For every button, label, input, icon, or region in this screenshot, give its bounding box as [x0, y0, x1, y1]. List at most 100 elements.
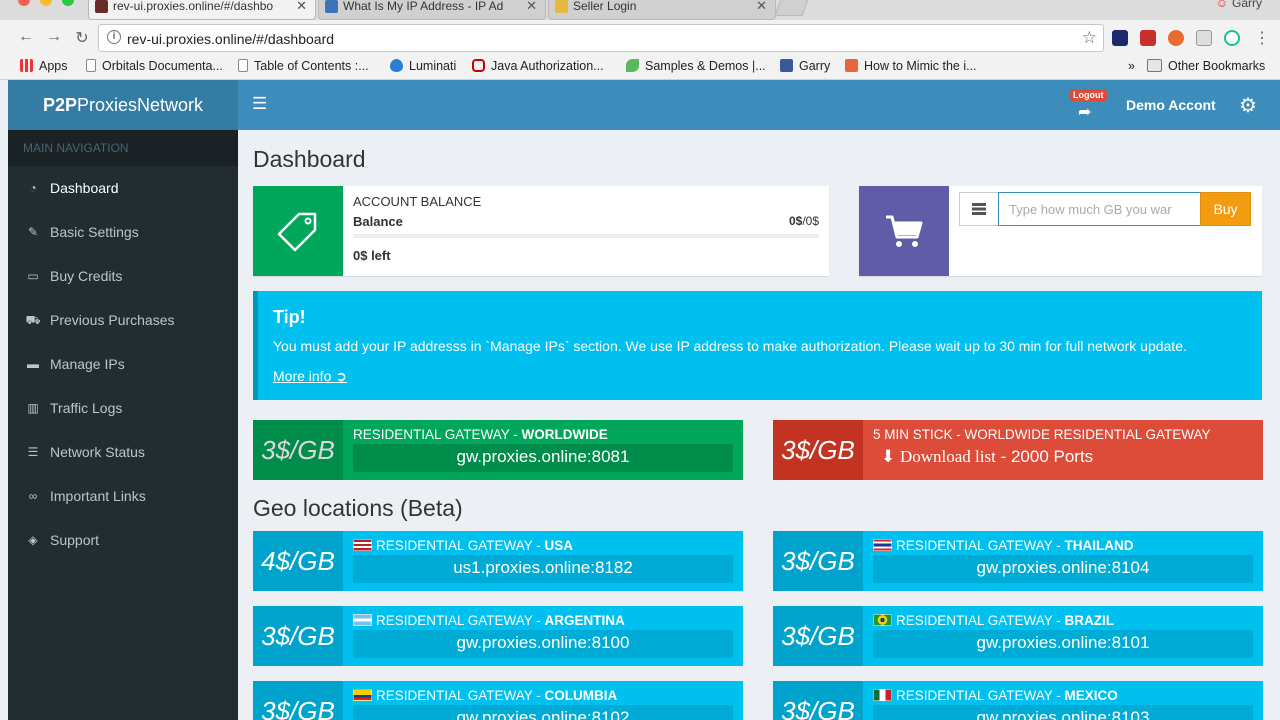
balance-value-total: /0$ [802, 214, 819, 228]
brand-logo[interactable]: P2PProxiesNetwork [8, 80, 238, 130]
gateway-host[interactable]: gw.proxies.online:8103 [873, 705, 1253, 720]
more-bookmarks-button[interactable]: » [1128, 59, 1135, 73]
browser-tab-dashboard[interactable]: rev-ui.proxies.online/#/dashbo ✕ [88, 0, 316, 20]
shopping-cart-icon [859, 186, 949, 276]
zoom-window-button[interactable] [62, 0, 74, 6]
browser-tab-seller[interactable]: Seller Login ✕ [548, 0, 776, 20]
sidebar-item-buy-credits[interactable]: ▭ Buy Credits [8, 254, 238, 298]
sidebar-item-traffic-logs[interactable]: ▥ Traffic Logs [8, 386, 238, 430]
bookmark-star-icon[interactable]: ☆ [1082, 28, 1097, 48]
sign-out-icon: ➦ [1078, 104, 1092, 121]
tip-title: Tip! [273, 307, 306, 327]
profile-button[interactable]: ☺ Garry [1216, 0, 1262, 10]
gateway-title-text: RESIDENTIAL GATEWAY - [376, 688, 545, 703]
site-info-icon[interactable]: i [107, 30, 121, 44]
bookmark-luminati[interactable]: Luminati [390, 59, 456, 73]
bookmark-java[interactable]: Java Authorization... [472, 59, 604, 73]
forward-icon[interactable]: → [44, 28, 64, 46]
gateway-country: ARGENTINA [544, 613, 625, 628]
apps-grid-icon [20, 59, 33, 72]
download-icon: ⬇ [881, 447, 896, 466]
wrench-icon: ✎ [27, 225, 39, 239]
extension-icon[interactable] [1224, 30, 1240, 46]
download-list-link[interactable]: ⬇ Download list - 2000 Ports [873, 444, 1253, 472]
gb-amount-input[interactable] [998, 192, 1201, 226]
close-window-button[interactable] [18, 0, 30, 6]
browser-tab-ip[interactable]: What Is My IP Address - IP Ad ✕ [318, 0, 546, 20]
sidebar-item-support[interactable]: ◈ Support [8, 518, 238, 562]
bookmarks-bar: Apps Orbitals Documenta... Table of Cont… [0, 56, 1280, 80]
gateway-host[interactable]: gw.proxies.online:8101 [873, 630, 1253, 658]
gateway-host[interactable]: gw.proxies.online:8081 [353, 444, 733, 472]
gateway-price: 3$/GB [773, 681, 863, 720]
sidebar-item-previous-purchases[interactable]: ⛟ Previous Purchases [8, 298, 238, 342]
back-icon[interactable]: ← [16, 28, 36, 46]
tab-close-icon[interactable]: ✕ [756, 0, 767, 16]
reload-icon[interactable]: ↻ [72, 28, 92, 48]
page-title: Dashboard [253, 146, 366, 172]
gateway-title-text: RESIDENTIAL GATEWAY - [896, 538, 1065, 553]
bookmark-garry[interactable]: Garry [780, 59, 830, 73]
menu-kebab-icon[interactable]: ⋮ [1252, 28, 1272, 48]
extension-badge-icon[interactable] [1140, 30, 1156, 46]
geo-locations-title: Geo locations (Beta) [253, 495, 463, 521]
buy-button[interactable]: Buy [1200, 192, 1251, 226]
bookmark-apps[interactable]: Apps [20, 59, 68, 73]
new-tab-button[interactable] [774, 0, 810, 16]
sidebar-item-label: Network Status [50, 444, 145, 460]
gateway-sticky: 3$/GB 5 MIN STICK - WORLDWIDE RESIDENTIA… [773, 420, 1263, 480]
server-icon [959, 192, 999, 226]
other-bookmarks-folder[interactable]: Other Bookmarks [1147, 59, 1265, 73]
bookmark-samples[interactable]: Samples & Demos |... [626, 59, 766, 73]
gateway-host[interactable]: us1.proxies.online:8182 [353, 555, 733, 583]
extension-icon[interactable] [1196, 30, 1212, 46]
minimize-window-button[interactable] [40, 0, 52, 6]
tab-close-icon[interactable]: ✕ [526, 0, 537, 16]
balance-value: 0$/0$ [789, 214, 819, 228]
bookmark-label: Table of Contents :... [254, 59, 369, 73]
sidebar-item-dashboard[interactable]: ◔ Dashboard [8, 166, 238, 210]
site-favicon-icon [95, 0, 108, 13]
gateway-price: 3$/GB [253, 681, 343, 720]
balance-left: 0$ left [353, 248, 391, 263]
bookmark-mimic[interactable]: How to Mimic the i... [845, 59, 977, 73]
address-bar[interactable]: i rev-ui.proxies.online/#/dashboard ☆ [98, 24, 1104, 52]
bookmark-toc[interactable]: Table of Contents :... [238, 59, 369, 73]
balance-sub: Balance [353, 214, 403, 229]
usa-flag-icon [353, 539, 372, 551]
drop-icon [390, 59, 403, 72]
gateway-country: MEXICO [1064, 688, 1118, 703]
sidebar-item-manage-ips[interactable]: ▬ Manage IPs [8, 342, 238, 386]
extension-icon[interactable] [1112, 30, 1128, 46]
gateway-price: 3$/GB [773, 420, 863, 480]
sidebar-item-important-links[interactable]: ∞ Important Links [8, 474, 238, 518]
gateway-title: RESIDENTIAL GATEWAY - ARGENTINA [353, 613, 625, 628]
gateway-host[interactable]: gw.proxies.online:8102 [353, 705, 733, 720]
thailand-flag-icon [873, 539, 892, 551]
sidebar-toggle-icon[interactable]: ☰ [252, 94, 267, 114]
gateway-price: 3$/GB [773, 531, 863, 591]
tab-close-icon[interactable]: ✕ [296, 0, 307, 16]
geo-gateway-mexico: 3$/GB RESIDENTIAL GATEWAY - MEXICO gw.pr… [773, 681, 1263, 720]
ports-count: - 2000 Ports [995, 447, 1094, 466]
user-menu[interactable]: Demo Accont [1126, 97, 1216, 113]
gateway-host[interactable]: gw.proxies.online:8104 [873, 555, 1253, 583]
logout-badge: Logout [1070, 89, 1107, 101]
bookmark-label: Luminati [409, 59, 457, 73]
sidebar-item-basic-settings[interactable]: ✎ Basic Settings [8, 210, 238, 254]
download-label: Download list [899, 447, 996, 466]
gateway-region: WORLDWIDE [521, 427, 608, 442]
gateway-host[interactable]: gw.proxies.online:8100 [353, 630, 733, 658]
extension-icon[interactable] [1168, 30, 1184, 46]
sidebar-item-network-status[interactable]: ☰ Network Status [8, 430, 238, 474]
gateway-title: RESIDENTIAL GATEWAY - MEXICO [873, 688, 1118, 703]
sidebar-item-label: Manage IPs [50, 356, 125, 372]
logout-button[interactable]: Logout ➦ [1068, 88, 1107, 122]
gears-icon[interactable]: ⚙ [1239, 93, 1257, 118]
bookmark-orbitals[interactable]: Orbitals Documenta... [86, 59, 223, 73]
balance-progress [353, 234, 819, 238]
buy-gb-box: Buy [859, 186, 1262, 276]
brazil-flag-icon [873, 614, 892, 626]
more-info-link[interactable]: More info ➲ [273, 368, 347, 385]
document-icon [238, 59, 248, 72]
